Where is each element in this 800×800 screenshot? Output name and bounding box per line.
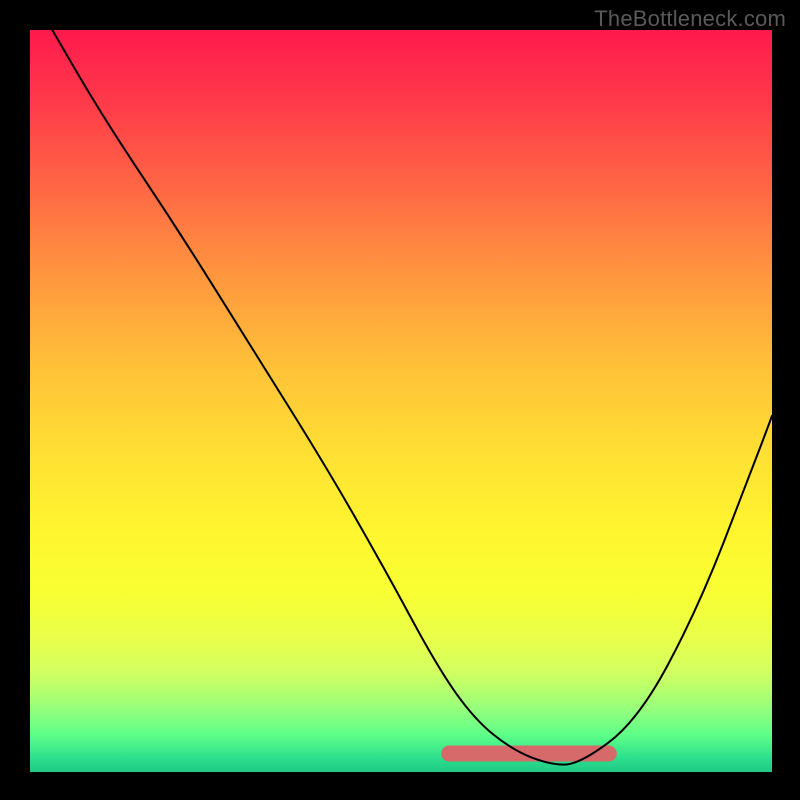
plot-gradient-background: [30, 30, 772, 772]
chart-canvas: TheBottleneck.com: [0, 0, 800, 800]
watermark-text: TheBottleneck.com: [594, 6, 786, 32]
